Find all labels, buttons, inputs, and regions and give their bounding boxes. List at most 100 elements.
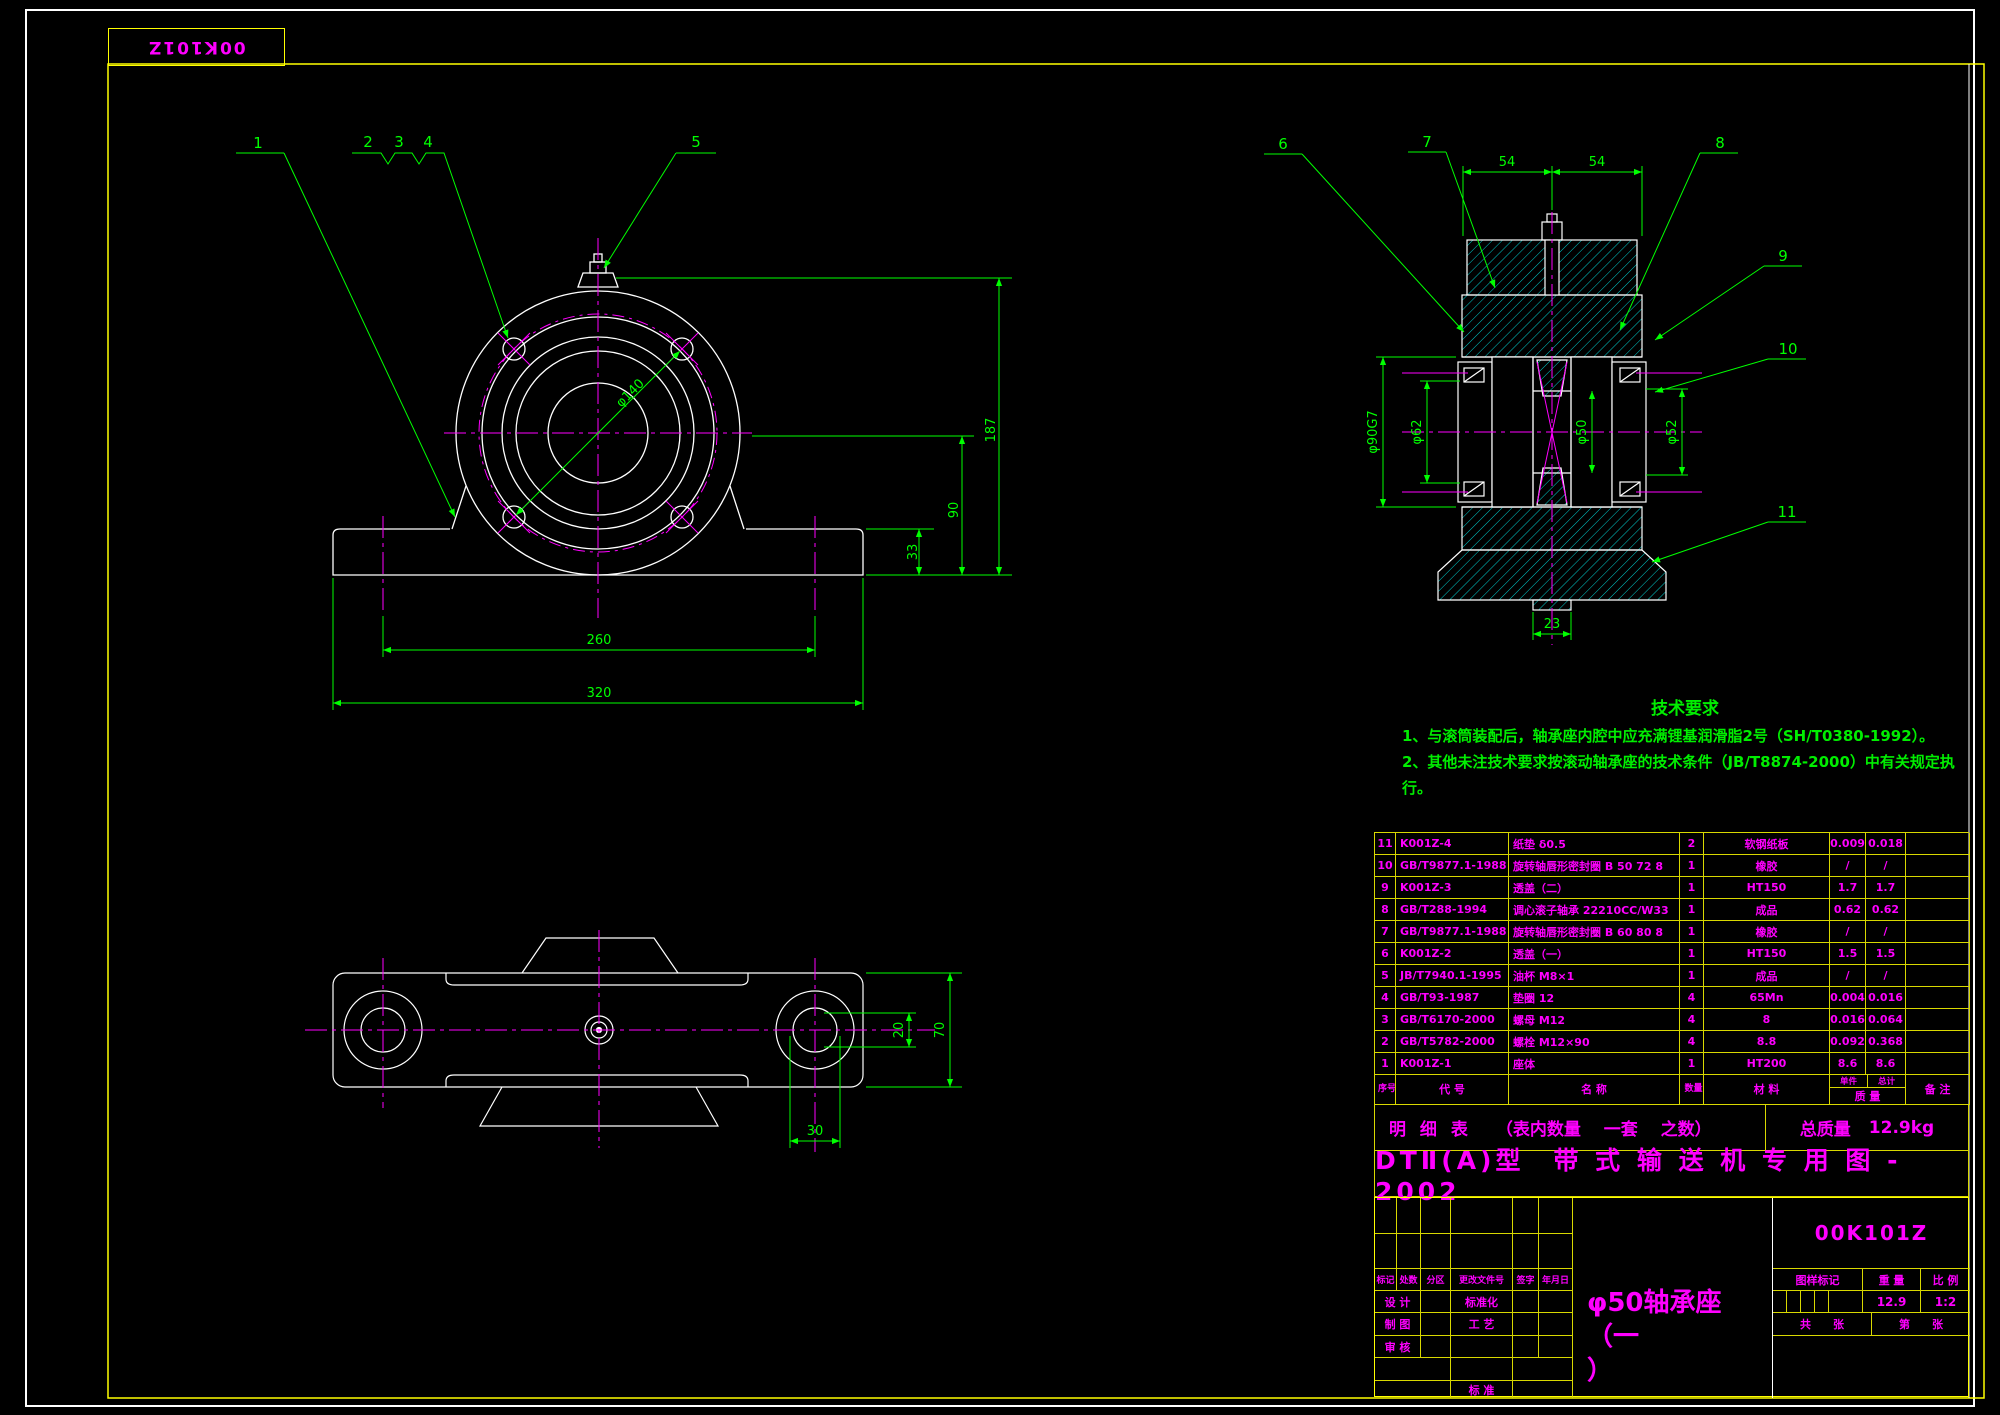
title-block: 标记 处数 分区 更改文件号 签字 年月日 设 计 标准化 制 图 工 艺 审 … — [1374, 1197, 1969, 1397]
cell-qty: 1 — [1680, 899, 1704, 921]
dim-cover-dia-right: φ52 — [1665, 419, 1680, 444]
cell-no: 8 — [1375, 899, 1396, 921]
cell-name: 螺栓 M12×90 — [1509, 1031, 1680, 1053]
rev-col-docno: 更改文件号 — [1451, 1269, 1513, 1291]
cell-material: 成品 — [1704, 965, 1830, 987]
cell-total-mass: 8.6 — [1866, 1053, 1906, 1075]
cell-total-mass: / — [1866, 855, 1906, 877]
cell-material: HT150 — [1704, 943, 1830, 965]
cell-remark — [1906, 1053, 1970, 1075]
dim-slot-span: 260 — [587, 633, 612, 648]
front-balloons — [236, 153, 716, 517]
cell-remark — [1906, 965, 1970, 987]
cell-unit-mass: 1.5 — [1830, 943, 1866, 965]
cell-name: 座体 — [1509, 1053, 1680, 1075]
rev-col-mark: 标记 — [1375, 1269, 1397, 1291]
header-remark: 备 注 — [1906, 1074, 1970, 1105]
cell-unit-mass: / — [1830, 855, 1866, 877]
cell-qty: 1 — [1680, 1053, 1704, 1075]
cell-name: 调心滚子轴承 22210CC/W33 — [1509, 899, 1680, 921]
table-row: 8GB/T288-1994调心滚子轴承 22210CC/W331成品0.620.… — [1375, 899, 1969, 921]
cell-total-mass: 0.018 — [1866, 833, 1906, 855]
stamp-scale-value: 1:2 — [1921, 1291, 1970, 1313]
technical-requirements: 技术要求 1、与滚筒装配后，轴承座内腔中应充满锂基润滑脂2号（SH/T0380-… — [1402, 694, 1968, 801]
stamp-weight-label: 重 量 — [1863, 1269, 1921, 1291]
cell-code: GB/T5782-2000 — [1396, 1031, 1509, 1053]
tech-req-line: 1、与滚筒装配后，轴承座内腔中应充满锂基润滑脂2号（SH/T0380-1992）… — [1402, 723, 1968, 749]
balloon-6: 6 — [1278, 135, 1288, 153]
cell-total-mass: 1.5 — [1866, 943, 1906, 965]
tech-req-line: 2、其他未注技术要求按滚动轴承座的技术条件（JB/T8874-2000）中有关规… — [1402, 749, 1968, 775]
cell-material: 成品 — [1704, 899, 1830, 921]
cell-material: 8 — [1704, 1009, 1830, 1031]
role-process: 工 艺 — [1451, 1313, 1513, 1336]
cell-remark — [1906, 833, 1970, 855]
table-row: 2GB/T5782-2000螺栓 M12×9048.80.0920.368 — [1375, 1031, 1969, 1053]
stamp-sheet-total: 共 张 — [1773, 1313, 1872, 1336]
dim-base-width: 320 — [587, 686, 612, 701]
header-mass: 单件 总计 质 量 — [1830, 1074, 1906, 1105]
rev-col-count: 处数 — [1397, 1269, 1421, 1291]
cell-material: 65Mn — [1704, 987, 1830, 1009]
dim-width-left: 54 — [1499, 155, 1516, 170]
dim-boss-width: 23 — [1544, 617, 1561, 632]
table-row: 3GB/T6170-2000螺母 M12480.0160.064 — [1375, 1009, 1969, 1031]
cell-remark — [1906, 1031, 1970, 1053]
cell-total-mass: 0.368 — [1866, 1031, 1906, 1053]
table-row: 1K001Z-1座体1HT2008.68.6 — [1375, 1053, 1969, 1075]
cell-no: 6 — [1375, 943, 1396, 965]
drawing-series-title: DTⅡ(A)型 带 式 输 送 机 专 用 图 - 2002 — [1374, 1151, 1969, 1197]
cell-name: 垫圈 12 — [1509, 987, 1680, 1009]
table-row: 7GB/T9877.1-1988旋转轴唇形密封圈 B 60 80 81橡胶// — [1375, 921, 1969, 943]
cell-remark — [1906, 987, 1970, 1009]
cell-total-mass: 0.62 — [1866, 899, 1906, 921]
table-row: 9K001Z-3透盖（二）1HT1501.71.7 — [1375, 877, 1969, 899]
header-qty: 数量 — [1680, 1074, 1704, 1105]
dim-center-height: 90 — [947, 502, 962, 519]
part-name: φ50轴承座（一 ） — [1573, 1198, 1773, 1398]
cell-unit-mass: 1.7 — [1830, 877, 1866, 899]
corner-label-box: 00K101Z — [108, 28, 285, 66]
parts-list-note: （表内数量 一套 之数） — [1496, 1115, 1712, 1140]
header-mass-total: 总计 — [1868, 1074, 1905, 1087]
cell-qty: 1 — [1680, 855, 1704, 877]
tech-req-title: 技术要求 — [1402, 694, 1968, 719]
cell-name: 旋转轴唇形密封圈 B 60 80 8 — [1509, 921, 1680, 943]
stamp-sheet-no: 第 张 — [1872, 1313, 1970, 1336]
dim-shaft-dia: φ50 — [1575, 419, 1590, 444]
header-code: 代 号 — [1396, 1074, 1509, 1105]
balloon-10: 10 — [1778, 340, 1797, 358]
total-mass-label: 总质量 — [1800, 1115, 1851, 1140]
parts-list: 11K001Z-4纸垫 δ0.52软钢纸板0.0090.018 10GB/T98… — [1374, 832, 1969, 1075]
balloon-2: 2 — [363, 133, 373, 151]
cell-material: 橡胶 — [1704, 921, 1830, 943]
cell-unit-mass: 0.62 — [1830, 899, 1866, 921]
cell-unit-mass: / — [1830, 921, 1866, 943]
part-name-line2: ） — [1587, 1354, 1772, 1388]
balloon-5: 5 — [691, 133, 701, 151]
table-row: 6K001Z-2透盖（一）1HT1501.51.5 — [1375, 943, 1969, 965]
cell-name: 透盖（二） — [1509, 877, 1680, 899]
cell-remark — [1906, 855, 1970, 877]
dim-total-height: 187 — [984, 418, 999, 443]
dim-cover-dia-left: φ62 — [1410, 419, 1425, 444]
dim-flange-dia: φ140 — [613, 376, 647, 410]
tech-req-line: 行。 — [1402, 775, 1968, 801]
balloon-11: 11 — [1777, 503, 1796, 521]
cell-qty: 4 — [1680, 987, 1704, 1009]
cell-remark — [1906, 921, 1970, 943]
dim-width-right: 54 — [1589, 155, 1606, 170]
cell-code: K001Z-1 — [1396, 1053, 1509, 1075]
header-no: 序号 — [1375, 1074, 1396, 1105]
parts-list-title: 明 细 表 — [1389, 1115, 1472, 1140]
cell-name: 旋转轴唇形密封圈 B 50 72 8 — [1509, 855, 1680, 877]
cell-code: GB/T288-1994 — [1396, 899, 1509, 921]
cell-no: 10 — [1375, 855, 1396, 877]
cell-qty: 1 — [1680, 877, 1704, 899]
dim-bore-fit: φ90G7 — [1366, 410, 1381, 453]
side-view — [1402, 212, 1702, 645]
cell-remark — [1906, 943, 1970, 965]
rev-col-sign: 签字 — [1513, 1269, 1539, 1291]
cell-no: 3 — [1375, 1009, 1396, 1031]
cell-qty: 2 — [1680, 833, 1704, 855]
